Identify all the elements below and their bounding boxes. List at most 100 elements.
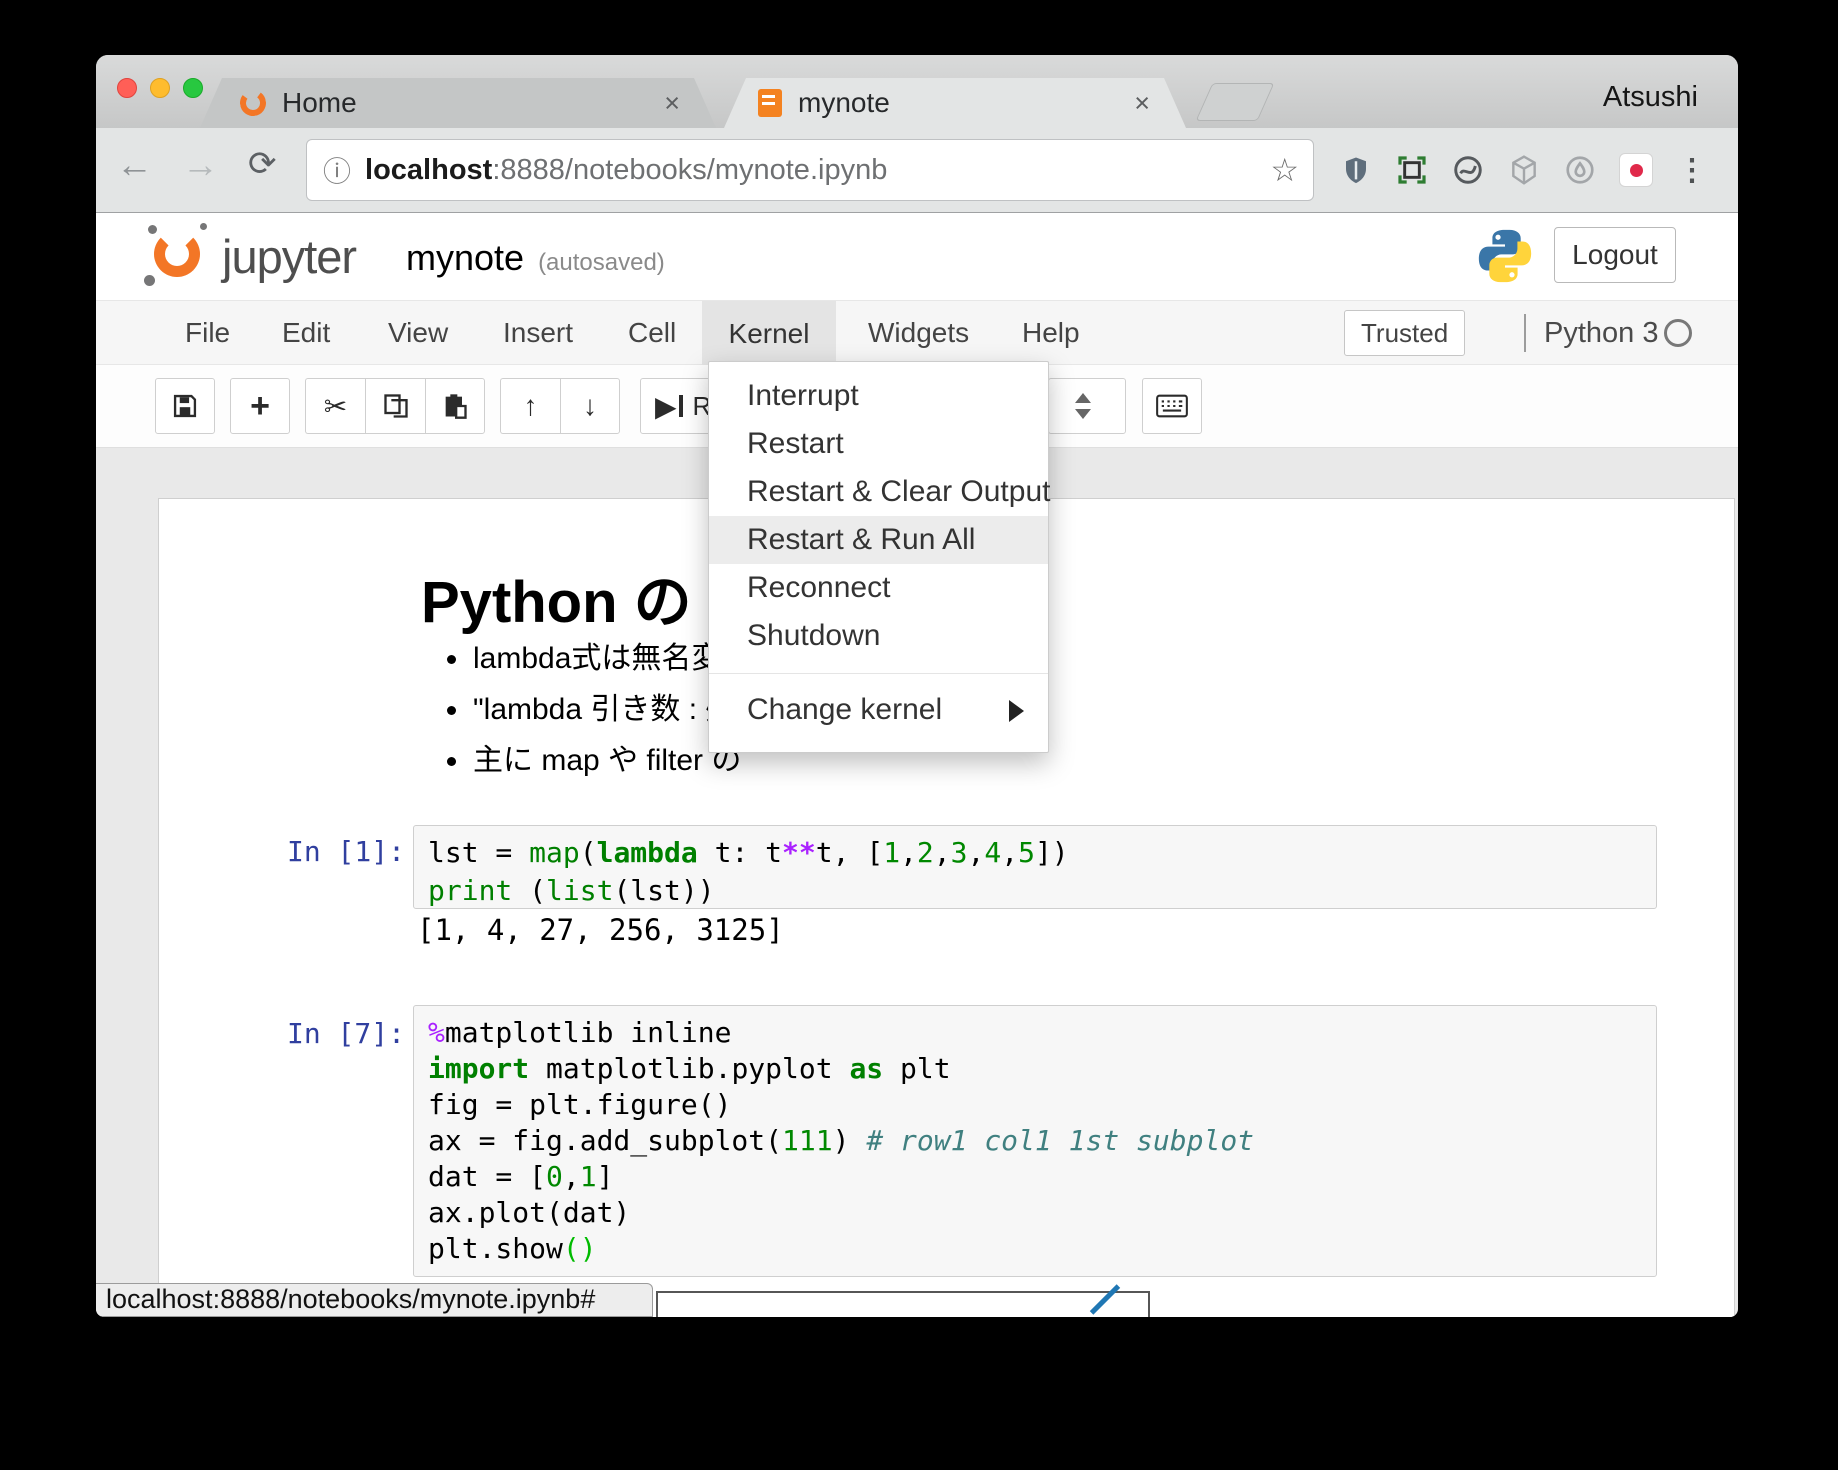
- kernel-menu-reconnect[interactable]: Reconnect: [709, 564, 1048, 612]
- browser-window: Home × mynote × Atsushi ← → ⟳ ⓘ localhos…: [96, 55, 1738, 1317]
- add-cell-button[interactable]: +: [230, 378, 290, 434]
- code-line: fig = plt.figure(): [428, 1087, 1642, 1123]
- screenshot-canvas: Home × mynote × Atsushi ← → ⟳ ⓘ localhos…: [0, 0, 1838, 1470]
- bookmark-star-icon[interactable]: ☆: [1270, 151, 1299, 189]
- notebook-title[interactable]: mynote(autosaved): [406, 237, 665, 279]
- jupyter-logo-dot: [200, 223, 207, 230]
- shield-extension-icon[interactable]: [1339, 153, 1373, 187]
- input-prompt: In [1]:: [275, 835, 405, 868]
- kernel-menu-interrupt[interactable]: Interrupt: [709, 372, 1048, 420]
- address-bar[interactable]: ⓘ localhost:8888/notebooks/mynote.ipynb …: [306, 139, 1314, 201]
- minimize-window-button[interactable]: [150, 78, 170, 98]
- link-preview-tooltip: localhost:8888/notebooks/mynote.ipynb#: [96, 1283, 653, 1317]
- floppy-icon: [171, 392, 199, 420]
- code-cell-input[interactable]: %matplotlib inline import matplotlib.pyp…: [413, 1005, 1657, 1277]
- new-tab-button[interactable]: [1196, 83, 1275, 121]
- menu-file[interactable]: File: [185, 317, 230, 349]
- url-text: localhost:8888/notebooks/mynote.ipynb: [365, 154, 887, 187]
- url-path: :8888/notebooks/mynote.ipynb: [492, 154, 887, 186]
- menu-help[interactable]: Help: [1022, 317, 1080, 349]
- code-line: %matplotlib inline: [428, 1015, 1642, 1051]
- command-palette-button[interactable]: [1142, 378, 1202, 434]
- menu-widgets[interactable]: Widgets: [868, 317, 969, 349]
- bullet-item: 主に map や filter の: [473, 735, 741, 786]
- jupyter-logo-text[interactable]: jupyter: [222, 229, 356, 284]
- url-host: localhost: [365, 154, 492, 186]
- logout-button[interactable]: Logout: [1554, 227, 1676, 283]
- notebook-menubar: File Edit View Insert Cell Kernel Widget…: [96, 300, 1738, 365]
- kernel-menu-restart-run-all[interactable]: Restart & Run All: [709, 516, 1048, 564]
- cell-output-text: [1, 4, 27, 256, 3125]: [417, 913, 784, 947]
- notebook-favicon-icon: [758, 89, 782, 117]
- input-prompt: In [7]:: [275, 1017, 405, 1050]
- recorder-extension-icon[interactable]: [1619, 153, 1653, 187]
- copy-cell-button[interactable]: [365, 378, 425, 434]
- cut-cell-button[interactable]: ✂: [305, 378, 365, 434]
- paste-cell-button[interactable]: [425, 378, 485, 434]
- copy-icon: [382, 392, 410, 420]
- cube-extension-icon[interactable]: [1507, 153, 1541, 187]
- tab-mynote-label: mynote: [798, 87, 890, 119]
- markdown-heading: Python の la: [421, 555, 756, 639]
- python-logo-icon: [1474, 225, 1536, 287]
- run-icon: ▶: [655, 390, 677, 423]
- code-line: lst = map(lambda t: t**t, [1,2,3,4,5]): [428, 834, 1642, 872]
- paste-icon: [441, 392, 469, 420]
- jupyter-logo-icon[interactable]: [154, 231, 200, 277]
- kernel-menu-change-kernel[interactable]: Change kernel: [709, 674, 1048, 746]
- drop-circle-extension-icon[interactable]: [1563, 153, 1597, 187]
- kernel-separator: [1524, 314, 1526, 352]
- page-info-icon[interactable]: ⓘ: [323, 150, 351, 190]
- cell-type-select[interactable]: [1048, 378, 1126, 434]
- forward-icon[interactable]: →: [182, 144, 219, 186]
- reload-icon[interactable]: ⟳: [248, 144, 277, 184]
- code-line: dat = [0,1]: [428, 1159, 1642, 1195]
- menu-cell[interactable]: Cell: [628, 317, 676, 349]
- menu-view[interactable]: View: [388, 317, 448, 349]
- code-line: ax.plot(dat): [428, 1195, 1642, 1231]
- jupyter-favicon-icon: [238, 88, 267, 117]
- browser-toolbar: ← → ⟳ ⓘ localhost:8888/notebooks/mynote.…: [96, 128, 1738, 213]
- zoom-window-button[interactable]: [183, 78, 203, 98]
- jupyter-logo-dot: [144, 275, 155, 286]
- trusted-badge[interactable]: Trusted: [1344, 310, 1465, 356]
- back-icon[interactable]: ←: [116, 144, 153, 186]
- tab-home-label: Home: [282, 87, 357, 119]
- move-cell-down-button[interactable]: ↓: [560, 378, 620, 434]
- code-cell-input[interactable]: lst = map(lambda t: t**t, [1,2,3,4,5]) p…: [413, 825, 1657, 909]
- menu-kernel[interactable]: Kernel: [702, 301, 836, 366]
- kernel-status-icon: [1664, 319, 1692, 347]
- menu-edit[interactable]: Edit: [282, 317, 330, 349]
- markdown-bullet-list: lambda式は無名変 "lambda 引き数 : 処 主に map や fil…: [473, 633, 741, 786]
- kernel-menu-restart-clear-output[interactable]: Restart & Clear Output: [709, 468, 1048, 516]
- browser-account-name: Atsushi: [1603, 81, 1698, 114]
- code-line: ax = fig.add_subplot(111) # row1 col1 1s…: [428, 1123, 1642, 1159]
- bullet-item: "lambda 引き数 : 処: [473, 684, 741, 735]
- select-spinner-icon: [1075, 393, 1091, 419]
- run-icon-bar: [679, 395, 683, 417]
- code-line: print (list(lst)): [428, 872, 1642, 910]
- bullet-item: lambda式は無名変: [473, 633, 741, 684]
- save-button[interactable]: [155, 378, 215, 434]
- tab-home-close-icon[interactable]: ×: [664, 88, 680, 119]
- browser-menu-icon[interactable]: ⋮: [1675, 153, 1709, 187]
- close-window-button[interactable]: [117, 78, 137, 98]
- jupyter-logo-dot: [148, 225, 157, 234]
- kernel-dropdown-menu: Interrupt Restart Restart & Clear Output…: [708, 361, 1049, 753]
- browser-tab-strip: Home × mynote × Atsushi: [96, 55, 1738, 128]
- wave-circle-extension-icon[interactable]: [1451, 153, 1485, 187]
- kernel-menu-restart[interactable]: Restart: [709, 420, 1048, 468]
- matplotlib-output-figure: [656, 1291, 1150, 1317]
- tab-home[interactable]: Home ×: [200, 78, 716, 128]
- jupyter-header: jupyter mynote(autosaved) Logout: [96, 213, 1738, 300]
- menu-insert[interactable]: Insert: [503, 317, 573, 349]
- tab-mynote[interactable]: mynote ×: [724, 78, 1186, 128]
- screenshot-extension-icon[interactable]: [1395, 153, 1429, 187]
- move-cell-up-button[interactable]: ↑: [500, 378, 560, 434]
- tab-mynote-close-icon[interactable]: ×: [1134, 88, 1150, 119]
- plot-line-segment: [1090, 1284, 1120, 1314]
- kernel-menu-shutdown[interactable]: Shutdown: [709, 612, 1048, 660]
- submenu-arrow-icon: [1009, 700, 1024, 722]
- code-line: plt.show(): [428, 1231, 1642, 1267]
- kernel-name: Python 3: [1544, 317, 1658, 350]
